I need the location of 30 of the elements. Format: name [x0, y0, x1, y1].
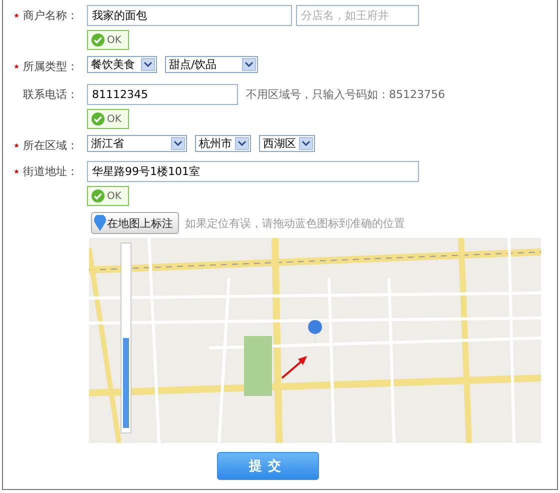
dropdown[interactable]: 甜点/饮品 — [165, 56, 258, 73]
caret-icon — [302, 141, 310, 146]
dropdown[interactable]: 餐饮美食 — [87, 56, 157, 73]
pointer-arrow — [281, 356, 307, 379]
text-field[interactable]: 我家的面包 — [87, 5, 292, 26]
field-label: 街道地址： — [23, 164, 78, 178]
map-pin-icon — [94, 215, 106, 231]
caret-icon — [174, 141, 182, 146]
field-label: 联系电话： — [23, 86, 78, 102]
map-mark-button[interactable]: 在地图上标注 — [91, 212, 179, 234]
check-icon — [91, 112, 105, 126]
ok-status: OK — [87, 109, 129, 129]
dropdown[interactable]: 杭州市 — [195, 135, 251, 152]
text-field[interactable]: 81112345 — [87, 84, 238, 105]
check-icon — [91, 33, 105, 47]
caret-icon — [144, 62, 152, 67]
caret-icon — [245, 62, 253, 67]
dropdown[interactable]: 西湖区 — [259, 135, 315, 152]
field-label: 商户名称： — [23, 8, 78, 22]
map-hint: 如果定位有误，请拖动蓝色图标到准确的位置 — [185, 216, 405, 230]
caret-icon — [238, 141, 246, 146]
hint-text: 不用区域号，只输入号码如：85123756 — [246, 87, 445, 102]
text-field[interactable]: 分店名，如王府井 — [296, 5, 419, 26]
text-field[interactable]: 华星路99号1楼101室 — [87, 161, 419, 182]
ok-status: OK — [87, 186, 129, 206]
field-label: 所属类型： — [23, 58, 78, 74]
ok-status: OK — [87, 30, 129, 50]
check-icon — [91, 189, 105, 203]
field-label: 所在区域： — [23, 138, 78, 152]
dropdown[interactable]: 浙江省 — [87, 135, 187, 152]
